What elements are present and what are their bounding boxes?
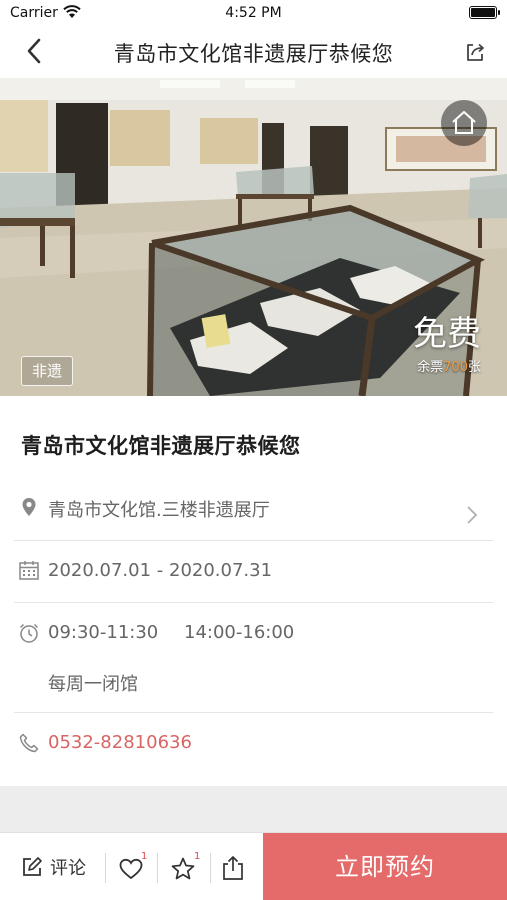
page-title: 青岛市文化馆非遗展厅恭候您 [113, 42, 394, 66]
remaining-prefix: 余票 [417, 360, 444, 375]
back-icon[interactable] [20, 36, 50, 66]
status-time: 4:52 PM [225, 5, 282, 21]
venue-address[interactable]: 青岛市文化馆.三楼非遗展厅 [48, 496, 270, 522]
favorite-count: 1 [194, 851, 201, 862]
divider [210, 853, 211, 883]
location-pin-icon [22, 498, 36, 516]
closed-day-note: 每周一闭馆 [48, 674, 138, 695]
opening-hours-afternoon: 14:00-16:00 [184, 622, 295, 643]
date-range: 2020.07.01 - 2020.07.31 [48, 560, 273, 581]
like-button[interactable]: 1 [118, 851, 148, 883]
category-tag: 非遗 [21, 356, 74, 386]
upload-share-icon [223, 856, 243, 880]
home-icon [452, 111, 476, 134]
divider [14, 712, 493, 713]
divider [14, 602, 493, 603]
chevron-right-icon[interactable] [465, 504, 479, 526]
section-separator [0, 786, 507, 832]
battery-icon [469, 6, 500, 19]
like-count: 1 [141, 851, 148, 862]
bottom-action-bar: 评论 1 1 立即预约 [0, 832, 507, 900]
remaining-tickets: 余票700张 [417, 356, 481, 375]
divider [105, 853, 106, 883]
share-icon[interactable] [463, 40, 487, 64]
alarm-clock-icon [19, 623, 39, 643]
phone-number[interactable]: 0532-82810636 [48, 732, 192, 753]
hero-image: 非遗 免费 余票700张 [0, 78, 507, 396]
comment-label: 评论 [50, 858, 86, 879]
status-bar: Carrier 4:52 PM [0, 0, 507, 26]
home-button[interactable] [441, 100, 487, 146]
opening-hours-morning: 09:30-11:30 [48, 622, 159, 643]
divider [14, 540, 493, 541]
edit-icon [23, 857, 42, 876]
star-icon [171, 857, 195, 880]
reserve-now-button[interactable]: 立即预约 [263, 833, 507, 900]
phone-icon [19, 733, 39, 753]
remaining-count: 700 [443, 360, 468, 375]
divider [157, 853, 158, 883]
nav-bar: 青岛市文化馆非遗展厅恭候您 [0, 26, 507, 78]
venue-title: 青岛市文化馆非遗展厅恭候您 [21, 434, 301, 458]
share-action-button[interactable] [220, 853, 250, 883]
comment-button[interactable]: 评论 [20, 851, 86, 883]
remaining-suffix: 张 [467, 360, 481, 375]
favorite-button[interactable]: 1 [170, 851, 201, 883]
venue-info-card: 青岛市文化馆非遗展厅恭候您 青岛市文化馆.三楼非遗展厅 2020.07.01 -… [0, 396, 507, 786]
calendar-icon [19, 561, 39, 580]
price-label: 免费 [413, 314, 481, 354]
